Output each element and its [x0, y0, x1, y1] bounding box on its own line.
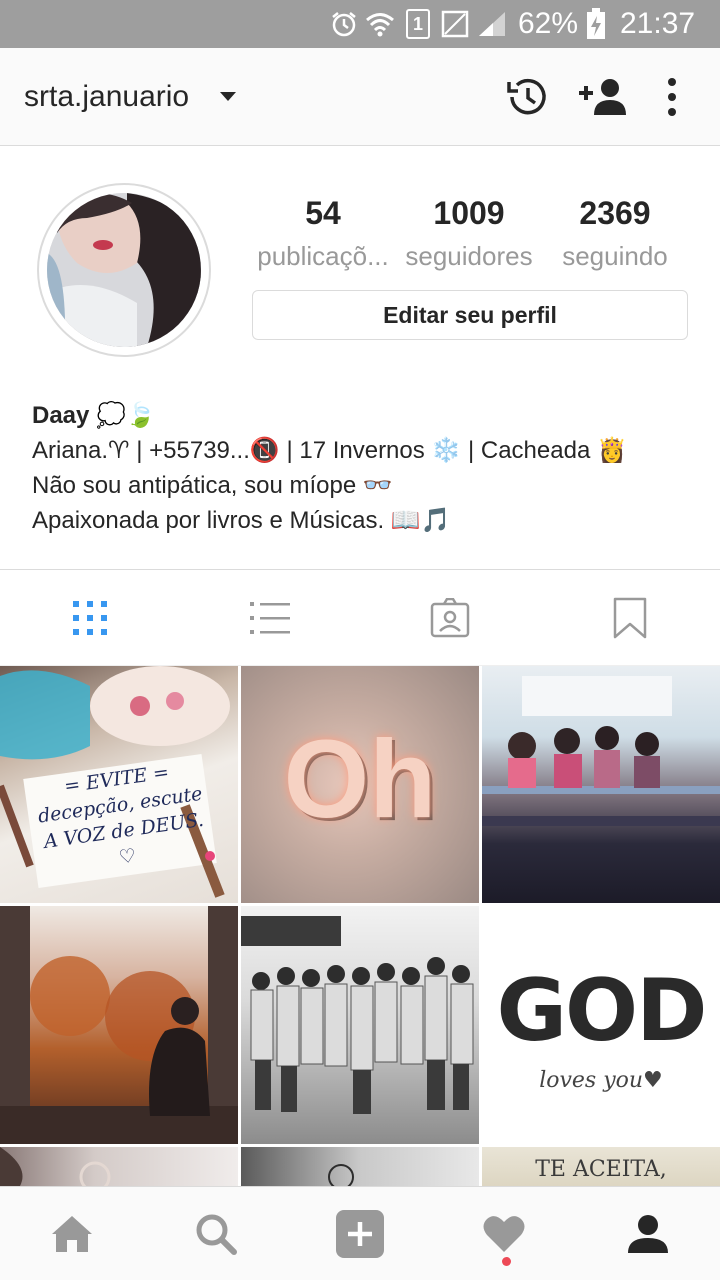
tab-tagged[interactable]: [360, 570, 540, 665]
post-subcaption: loves you♥: [539, 1068, 663, 1093]
bio: Daay 💭🍃 Ariana.♈ | +55739...📵 | 17 Inver…: [32, 398, 692, 538]
profile-header: srta.januario: [0, 48, 720, 146]
notification-dot: [502, 1257, 511, 1266]
post-thumbnail[interactable]: [0, 906, 238, 1144]
nav-search[interactable]: [144, 1187, 288, 1280]
edit-profile-button[interactable]: Editar seu perfil: [252, 290, 688, 340]
more-vertical-icon[interactable]: [648, 72, 696, 122]
bio-line: Ariana.♈ | +55739...📵 | 17 Invernos ❄️ |…: [32, 437, 627, 464]
post-caption: GOD: [496, 961, 707, 1061]
bookmark-icon: [613, 597, 647, 638]
stat-following[interactable]: 2369 seguindo: [548, 192, 682, 274]
nav-home[interactable]: [0, 1187, 144, 1280]
post-thumbnail[interactable]: = EVITE = decepção, escute A VOZ de DEUS…: [0, 666, 238, 903]
post-caption: TE ACEITA,: [535, 1157, 667, 1182]
avatar-ring[interactable]: [37, 183, 211, 357]
avatar[interactable]: [47, 193, 201, 347]
battery-charging-icon: [584, 0, 608, 48]
post-thumbnail[interactable]: TE ACEITA,: [482, 1147, 720, 1186]
add-user-icon[interactable]: [576, 72, 630, 122]
sim-slot-label: 1: [406, 9, 430, 39]
tab-grid[interactable]: [0, 570, 180, 665]
stat-followers[interactable]: 1009 seguidores: [398, 192, 540, 274]
clock-time: 21:37: [620, 7, 696, 40]
home-icon: [52, 1215, 92, 1252]
stat-value: 2369: [579, 195, 651, 231]
stat-value: 54: [305, 195, 341, 231]
add-post-icon: [336, 1209, 384, 1258]
list-icon: [250, 601, 290, 634]
post-caption: Oh: [283, 718, 437, 841]
post-thumbnail[interactable]: Oh: [241, 666, 479, 903]
tab-list[interactable]: [180, 570, 360, 665]
status-bar: 1 62% 21:37: [0, 0, 720, 48]
post-thumbnail[interactable]: [0, 1147, 238, 1186]
account-switcher[interactable]: srta.januario: [24, 48, 189, 146]
cell-signal-icon: [476, 0, 508, 48]
bio-line: Apaixonada por livros e Músicas. 📖🎵: [32, 507, 451, 534]
stat-label: seguidores: [405, 241, 533, 271]
nav-add-post[interactable]: [288, 1187, 432, 1280]
wifi-icon: [364, 0, 396, 48]
battery-percent: 62%: [518, 7, 579, 40]
bio-name: Daay 💭🍃: [32, 402, 156, 429]
history-icon[interactable]: [501, 72, 551, 122]
post-thumbnail[interactable]: GOD loves you♥: [482, 906, 720, 1144]
post-thumbnail[interactable]: [241, 906, 479, 1144]
stat-label: publicaçõ...: [257, 241, 389, 271]
post-thumbnail[interactable]: [482, 666, 720, 903]
bio-line: Não sou antipática, sou míope 👓: [32, 472, 393, 499]
stat-posts[interactable]: 54 publicaçõ...: [248, 192, 398, 274]
grid-icon: [73, 600, 107, 635]
alarm-icon: [328, 0, 360, 48]
heart-icon: [483, 1215, 525, 1252]
profile-icon: [628, 1214, 668, 1253]
tagged-icon: [430, 597, 470, 637]
nav-profile[interactable]: [576, 1187, 720, 1280]
search-icon: [196, 1214, 237, 1255]
post-thumbnail[interactable]: [241, 1147, 479, 1186]
signal-icon: [440, 0, 470, 48]
stat-value: 1009: [433, 195, 505, 231]
sim-icon: 1: [404, 0, 432, 48]
profile-tabs: [0, 569, 720, 666]
chevron-down-icon[interactable]: [220, 92, 236, 101]
bottom-navigation: [0, 1186, 720, 1280]
tab-saved[interactable]: [540, 570, 720, 665]
post-grid: = EVITE = decepção, escute A VOZ de DEUS…: [0, 666, 720, 1186]
stat-label: seguindo: [562, 241, 668, 271]
nav-activity[interactable]: [432, 1187, 576, 1280]
